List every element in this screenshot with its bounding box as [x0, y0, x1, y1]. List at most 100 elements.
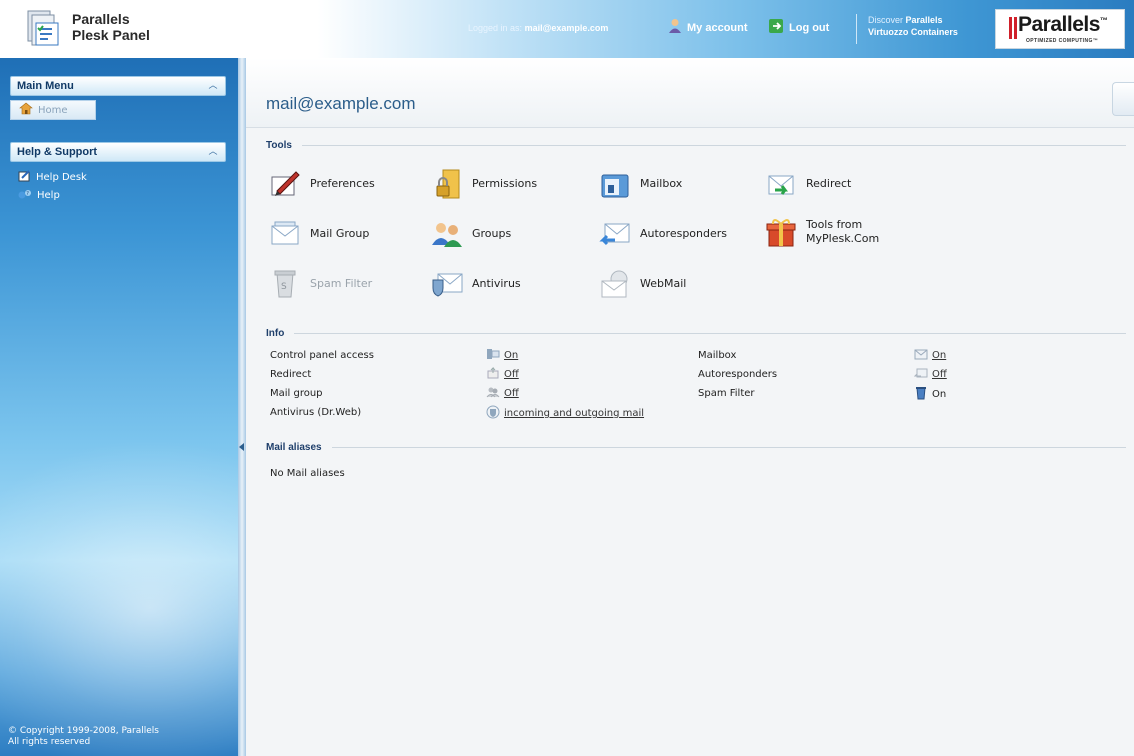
- tool-label: Mail Group: [310, 227, 370, 240]
- collapse-icon[interactable]: ︿: [207, 146, 219, 158]
- tool-redirect[interactable]: Redirect: [764, 168, 851, 200]
- sidebar-item-help-desk[interactable]: Help Desk: [10, 168, 226, 186]
- sidebar-item-label: Home: [38, 104, 68, 116]
- tool-webmail[interactable]: WebMail: [598, 268, 686, 300]
- help-support-header[interactable]: Help & Support ︿: [10, 142, 226, 162]
- right-panel-tab[interactable]: [1112, 82, 1134, 116]
- home-icon: [19, 102, 33, 118]
- sidebar-item-help[interactable]: ? Help: [10, 186, 226, 204]
- header-divider: [856, 14, 857, 44]
- tool-label: Preferences: [310, 177, 375, 190]
- sidebar-item-label: Help: [37, 189, 60, 201]
- help-support-section: Help & Support ︿ Help Desk ? Help: [10, 142, 226, 204]
- sidebar-item-home[interactable]: Home: [10, 100, 96, 120]
- control-panel-access-icon: [486, 348, 500, 363]
- mail-group-link[interactable]: Off: [504, 388, 519, 399]
- antivirus-link[interactable]: incoming and outgoing mail: [504, 408, 644, 419]
- title-bar: mail@example.com: [246, 58, 1134, 128]
- spam-filter-small-icon: [914, 386, 928, 403]
- tool-spam-filter: S Spam Filter: [268, 268, 372, 300]
- antivirus-small-icon: [486, 405, 500, 422]
- tool-autoresponders[interactable]: Autoresponders: [598, 218, 727, 250]
- log-out-icon: [768, 18, 784, 37]
- tool-mailbox[interactable]: Mailbox: [598, 168, 682, 200]
- tool-label: Permissions: [472, 177, 538, 190]
- sidebar-decoration: [0, 438, 238, 756]
- info-title: Info: [266, 328, 285, 339]
- info-label-mailbox: Mailbox: [698, 350, 737, 361]
- copyright-line-2: All rights reserved: [8, 737, 91, 747]
- help-support-title: Help & Support: [17, 146, 98, 158]
- antivirus-icon: [430, 268, 464, 300]
- main-menu-header[interactable]: Main Menu ︿: [10, 76, 226, 96]
- logo-text: Parallels: [1018, 13, 1100, 36]
- copyright: © Copyright 1999-2008, Parallels All rig…: [8, 726, 159, 748]
- tool-label: Groups: [472, 227, 512, 240]
- preferences-icon: [268, 168, 302, 200]
- info-value-control-panel-access: On: [486, 348, 518, 363]
- discover-prefix: Discover: [868, 15, 904, 25]
- main-content: mail@example.com Tools Preferences Permi…: [246, 58, 1134, 756]
- collapse-arrow-icon[interactable]: [239, 443, 244, 451]
- tool-label: Spam Filter: [310, 277, 373, 290]
- sidebar: Main Menu ︿ Home Help & Support ︿ Help D…: [0, 58, 238, 756]
- help-desk-icon: [18, 169, 31, 185]
- info-value-mailbox: On: [914, 348, 946, 363]
- mail-group-small-icon: [486, 386, 500, 401]
- log-out-link[interactable]: Log out: [768, 18, 829, 37]
- tool-preferences[interactable]: Preferences: [268, 168, 375, 200]
- gift-icon: [764, 216, 798, 248]
- info-label-autoresponders: Autoresponders: [698, 369, 778, 380]
- help-icon: ?: [18, 188, 32, 203]
- info-label-mail-group: Mail group: [270, 388, 323, 399]
- tool-label-line-2: MyPlesk.Com: [806, 232, 880, 245]
- logged-in-user: mail@example.com: [524, 23, 609, 33]
- my-account-link[interactable]: My account: [668, 18, 748, 37]
- parallels-logo-text: Parallels™: [1018, 13, 1108, 37]
- tool-antivirus[interactable]: Antivirus: [430, 268, 521, 300]
- tool-myplesk[interactable]: Tools from MyPlesk.Com: [764, 216, 879, 248]
- my-account-label: My account: [687, 21, 748, 34]
- parallels-logo[interactable]: Parallels™ OPTIMIZED COMPUTING™: [995, 9, 1125, 49]
- logged-in-info: Logged in as: mail@example.com: [468, 23, 608, 33]
- sidebar-item-label: Help Desk: [36, 171, 87, 183]
- mailbox-icon: [598, 168, 632, 200]
- tool-permissions[interactable]: Permissions: [430, 168, 537, 200]
- tool-mail-group[interactable]: Mail Group: [268, 218, 369, 250]
- mailbox-link[interactable]: On: [932, 350, 946, 361]
- plesk-logo-icon: [24, 9, 64, 49]
- discover-link[interactable]: Discover Parallels Virtuozzo Containers: [868, 14, 958, 38]
- autoresponders-link[interactable]: Off: [932, 369, 947, 380]
- svg-text:?: ?: [26, 191, 29, 197]
- redirect-link[interactable]: Off: [504, 369, 519, 380]
- section-divider: [331, 447, 1126, 448]
- control-panel-access-link[interactable]: On: [504, 350, 518, 361]
- sidebar-splitter[interactable]: [238, 58, 246, 756]
- mailbox-small-icon: [914, 348, 928, 363]
- permissions-icon: [430, 168, 464, 200]
- collapse-icon[interactable]: ︿: [207, 80, 219, 92]
- log-out-label: Log out: [789, 21, 830, 34]
- autoresponders-small-icon: [913, 367, 928, 382]
- tool-label: Mailbox: [640, 177, 683, 190]
- brand-line-2: Plesk Panel: [72, 27, 150, 43]
- info-value-redirect: Off: [486, 366, 519, 382]
- header: Parallels Plesk Panel Logged in as: mail…: [0, 0, 1134, 58]
- tool-label: WebMail: [640, 277, 687, 290]
- info-value-autoresponders: Off: [913, 367, 947, 382]
- brand-line-1: Parallels: [72, 11, 130, 27]
- redirect-small-icon: [486, 366, 500, 382]
- tools-title: Tools: [266, 140, 292, 151]
- discover-product: Virtuozzo Containers: [868, 27, 958, 37]
- brand-name: Parallels Plesk Panel: [72, 11, 150, 43]
- info-label-control-panel-access: Control panel access: [270, 350, 374, 361]
- user-icon: [668, 18, 682, 37]
- webmail-icon: [598, 268, 632, 300]
- redirect-icon: [764, 168, 798, 200]
- tool-label-line-1: Tools from: [806, 218, 863, 231]
- info-section-title: Info: [266, 328, 1126, 339]
- mail-aliases-title: Mail aliases: [266, 442, 322, 453]
- section-divider: [294, 333, 1126, 334]
- tool-groups[interactable]: Groups: [430, 218, 511, 250]
- spam-filter-value: On: [932, 389, 947, 400]
